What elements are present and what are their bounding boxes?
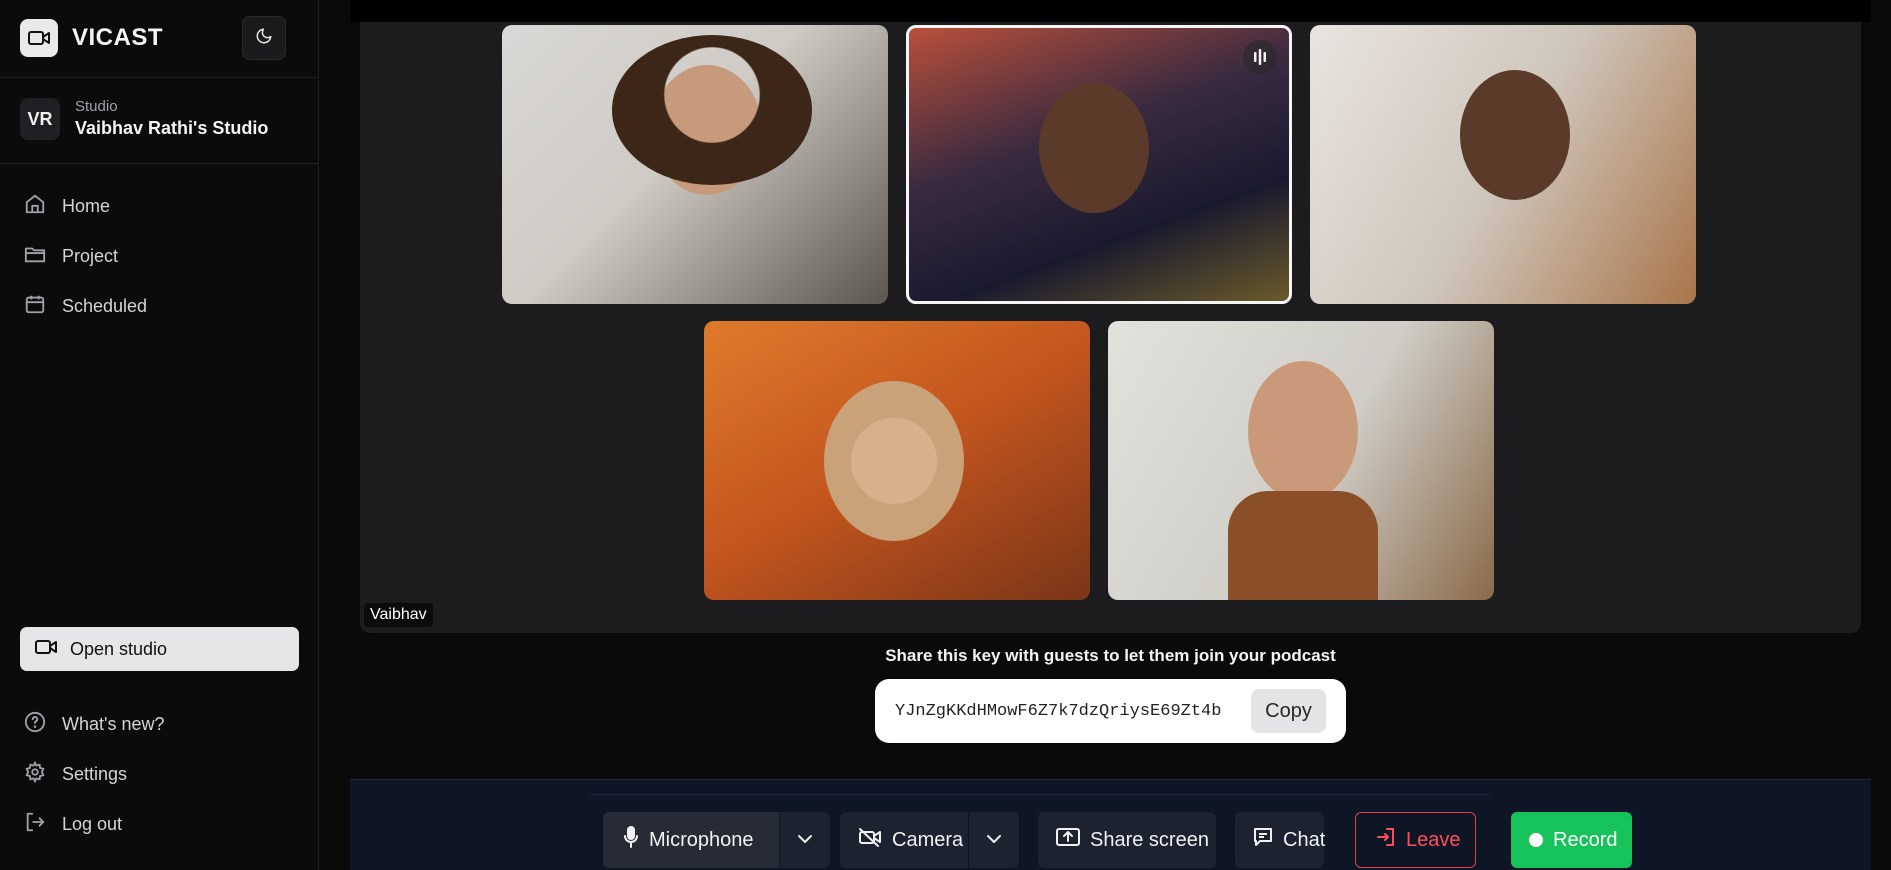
studio-name: Vaibhav Rathi's Studio (75, 118, 269, 138)
brand-name: VICAST (72, 24, 164, 51)
participant-video-tile[interactable] (1108, 321, 1494, 600)
app-root: VICAST VR Studio Vaibhav Rathi's Studio … (0, 0, 1891, 870)
screen-share-icon (1056, 827, 1080, 853)
call-controls-bar: Microphone Camera Share screen Chat Leav… (350, 779, 1871, 870)
participant-face (1460, 70, 1570, 200)
camera-label: Camera (892, 828, 964, 851)
nav-item-scheduled[interactable]: Scheduled (24, 281, 147, 331)
divider (0, 77, 319, 78)
participant-video-tile[interactable] (1310, 25, 1696, 304)
exit-icon (1376, 827, 1396, 853)
nav-label-logout: Log out (62, 813, 123, 834)
main-nav: Home Project Scheduled (24, 181, 147, 331)
audio-level-icon (1243, 40, 1277, 74)
camera-options-dropdown[interactable] (969, 812, 1019, 868)
open-studio-button[interactable]: Open studio (20, 627, 299, 671)
leave-label: Leave (1406, 828, 1461, 851)
divider (590, 794, 1490, 795)
nav-label-home: Home (62, 195, 111, 216)
record-dot-icon (1529, 833, 1543, 847)
sidebar: VICAST VR Studio Vaibhav Rathi's Studio … (0, 0, 319, 870)
nav-item-project[interactable]: Project (24, 231, 147, 281)
video-camera-icon (20, 19, 58, 57)
record-label: Record (1553, 828, 1618, 851)
share-screen-button[interactable]: Share screen (1038, 812, 1216, 868)
leave-button[interactable]: Leave (1355, 812, 1476, 868)
open-studio-label: Open studio (70, 638, 168, 659)
camera-button[interactable]: Camera (840, 812, 968, 868)
divider (0, 163, 319, 164)
theme-toggle-button[interactable] (242, 16, 286, 60)
participant-face (824, 381, 964, 541)
gear-icon (24, 760, 46, 788)
participant-video-tile[interactable] (502, 25, 888, 304)
nav-label-whats-new: What's new? (62, 713, 165, 734)
participant-face (1039, 83, 1149, 213)
chat-icon (1253, 827, 1273, 853)
copy-key-button[interactable]: Copy (1251, 689, 1326, 733)
nav-item-whats-new[interactable]: What's new? (24, 699, 164, 749)
nav-label-scheduled: Scheduled (62, 295, 148, 316)
logout-icon (24, 811, 46, 838)
nav-label-project: Project (62, 245, 119, 266)
nav-item-home[interactable]: Home (24, 181, 147, 231)
share-key-value[interactable]: YJnZgKKdHMowF6Z7k7dzQriysE69Zt4b (895, 702, 1221, 721)
microphone-button[interactable]: Microphone (603, 812, 779, 868)
help-circle-icon (24, 711, 46, 738)
participant-video-tile[interactable] (704, 321, 1090, 600)
microphone-options-dropdown[interactable] (780, 812, 830, 868)
microphone-label: Microphone (649, 828, 754, 851)
home-icon (24, 193, 46, 220)
moon-icon (255, 27, 273, 50)
video-camera-icon (34, 637, 58, 662)
local-participant-name-tag: Vaibhav (364, 603, 433, 627)
nav-label-settings: Settings (62, 763, 128, 784)
nav-item-logout[interactable]: Log out (24, 799, 164, 849)
nav-item-settings[interactable]: Settings (24, 749, 164, 799)
share-key-instruction: Share this key with guests to let them j… (885, 646, 1336, 665)
studio-selector[interactable]: VR Studio Vaibhav Rathi's Studio (20, 98, 268, 140)
brand[interactable]: VICAST (20, 18, 163, 58)
top-bar (350, 0, 1871, 22)
chat-button[interactable]: Chat (1235, 812, 1326, 868)
camera-off-icon (858, 827, 882, 853)
chat-label: Chat (1283, 828, 1326, 851)
microphone-icon (623, 826, 639, 854)
record-button[interactable]: Record (1511, 812, 1632, 868)
participant-face (1248, 361, 1358, 501)
folder-icon (24, 243, 46, 270)
footer-nav: What's new? Settings Log out (24, 699, 164, 849)
studio-subtitle: Studio (75, 98, 118, 115)
video-stage: Vaibhav (360, 22, 1861, 633)
participant-hair (612, 35, 812, 185)
calendar-icon (24, 293, 46, 320)
chevron-down-icon (797, 831, 813, 849)
share-key-box: YJnZgKKdHMowF6Z7k7dzQriysE69Zt4b Copy (875, 679, 1346, 743)
participant-shirt (1228, 491, 1378, 600)
avatar: VR (20, 98, 60, 140)
participant-video-tile-speaking[interactable] (906, 25, 1292, 304)
chevron-down-icon (986, 831, 1002, 849)
share-screen-label: Share screen (1090, 828, 1209, 851)
main-area: Vaibhav Share this key with guests to le… (350, 0, 1871, 870)
